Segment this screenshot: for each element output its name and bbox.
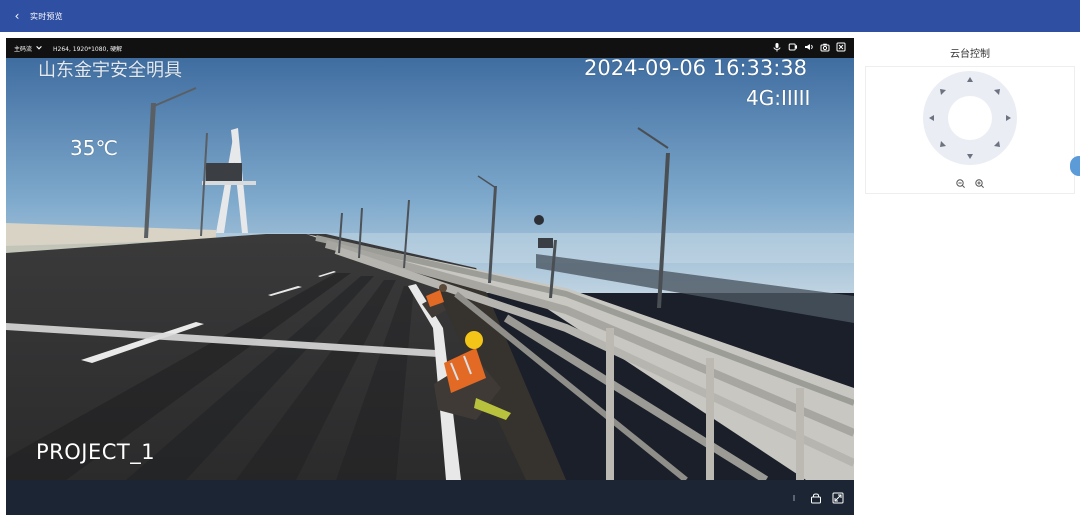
video-bottom-bar — [6, 480, 854, 515]
ptz-panel-title: 云台控制 — [950, 49, 990, 60]
video-player[interactable]: 主码流 H264, 1920*1080, 硬解 山东金宇安全明具 2024-09… — [6, 38, 854, 515]
lock-icon[interactable] — [810, 492, 822, 504]
codec-info: H264, 1920*1080, 硬解 — [53, 45, 123, 53]
ptz-control-panel — [865, 66, 1075, 194]
page-title: 实时预览 — [30, 11, 63, 21]
zoom-out-icon[interactable] — [956, 179, 965, 188]
side-tab-icon[interactable] — [1070, 156, 1080, 176]
record-icon[interactable] — [788, 42, 798, 52]
osd-location: 山东金宇安全明具 — [38, 60, 182, 81]
divider-icon — [793, 495, 795, 501]
speaker-icon[interactable] — [804, 42, 814, 52]
back-icon[interactable]: ‹ — [10, 9, 24, 23]
top-bar: ‹ 实时预览 — [0, 0, 1080, 32]
close-icon[interactable] — [836, 42, 846, 52]
chevron-down-icon — [36, 46, 42, 50]
video-toolbar: 主码流 H264, 1920*1080, 硬解 — [6, 38, 854, 58]
microphone-icon[interactable] — [772, 42, 782, 52]
zoom-in-icon[interactable] — [975, 179, 984, 188]
osd-datetime: 2024-09-06 16:33:38 — [584, 56, 808, 80]
fullscreen-icon[interactable] — [832, 492, 844, 504]
camera-feed — [6, 58, 854, 480]
stream-label: 主码流 — [14, 45, 33, 53]
osd-temperature: 35℃ — [70, 136, 118, 160]
stream-select[interactable]: 主码流 — [14, 44, 43, 53]
osd-project: PROJECT_1 — [36, 440, 156, 464]
camera-icon[interactable] — [820, 42, 830, 52]
osd-signal: 4G:IIIII — [746, 86, 811, 110]
ptz-controls — [923, 71, 1017, 188]
